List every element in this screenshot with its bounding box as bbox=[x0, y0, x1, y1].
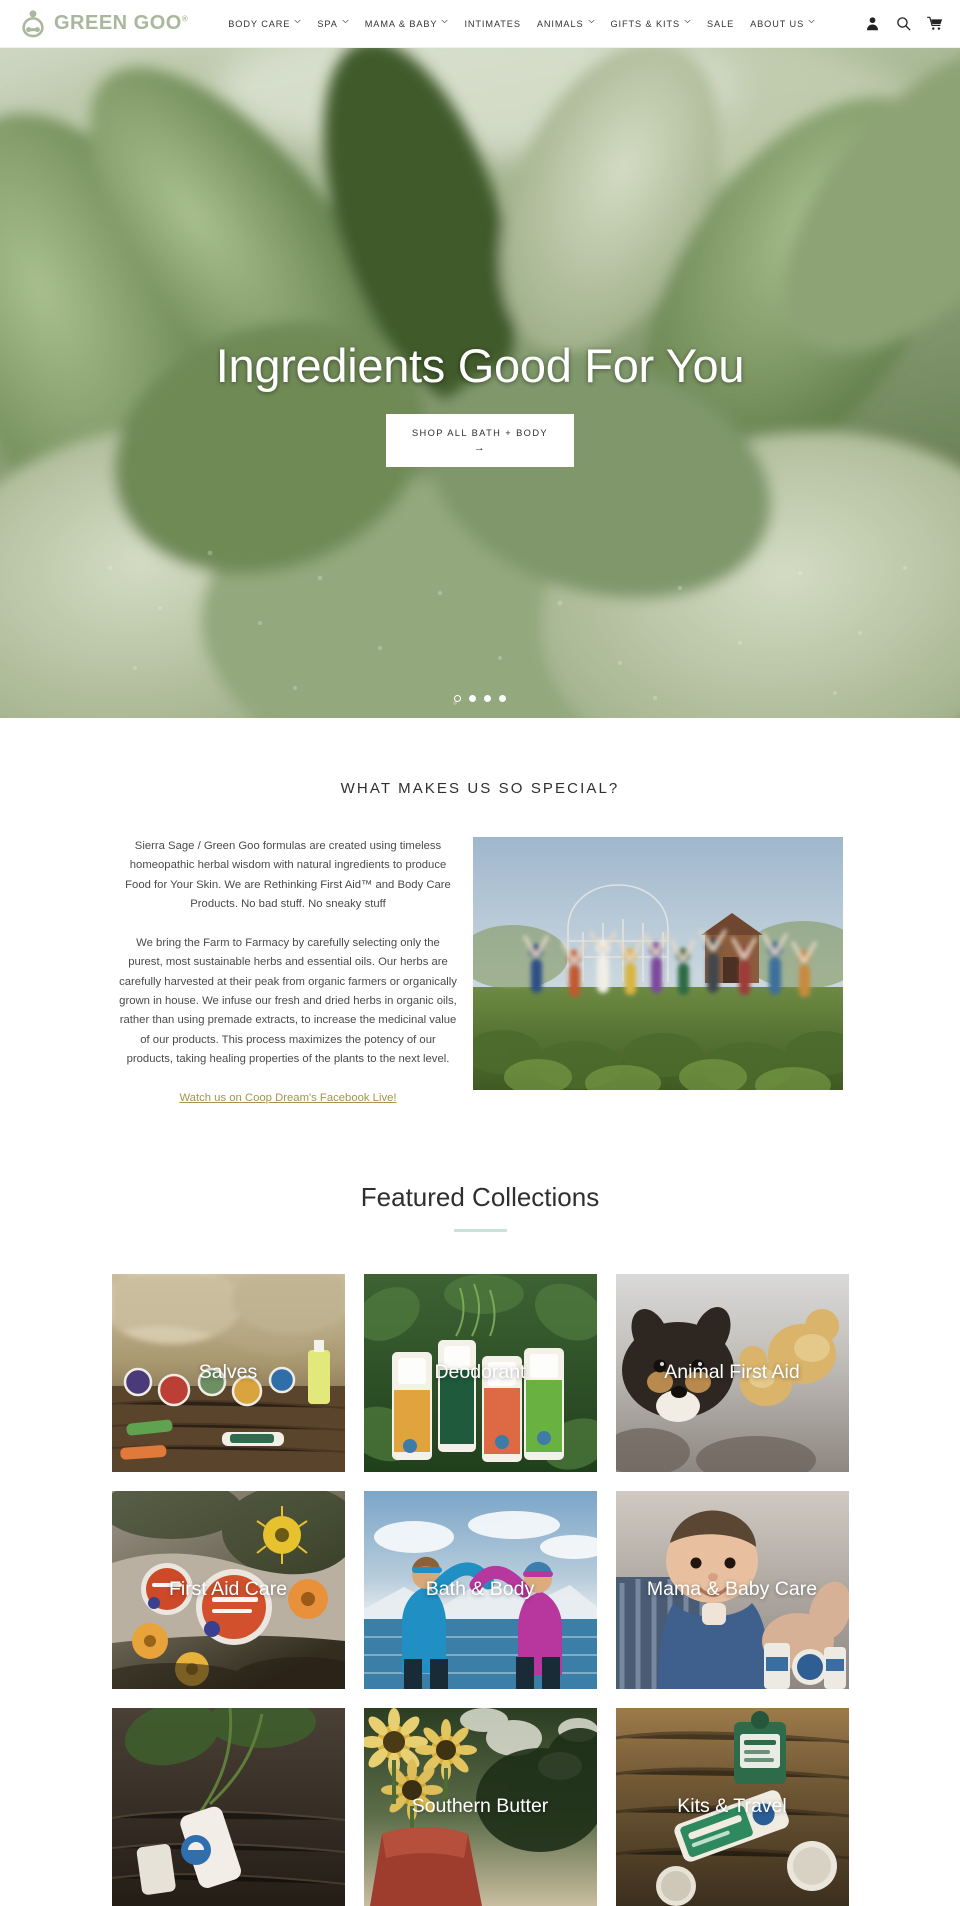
hero-title: Ingredients Good For You bbox=[215, 339, 745, 392]
collection-label: Kits & Travel bbox=[677, 1794, 787, 1817]
about-section-body: Sierra Sage / Green Goo formulas are cre… bbox=[0, 837, 960, 1104]
nav-item-gifts-and-kits[interactable]: GIFTS & KITS bbox=[603, 13, 700, 35]
nav-label: INTIMATES bbox=[464, 18, 521, 29]
about-section: WHAT MAKES US SO SPECIAL? Sierra Sage / … bbox=[0, 718, 960, 1104]
facebook-live-link[interactable]: Watch us on Coop Dream's Facebook Live! bbox=[118, 1092, 459, 1104]
collection-label: Bath & Body bbox=[425, 1577, 535, 1600]
green-goo-person-logo-icon bbox=[18, 9, 48, 39]
collection-card-bath-and-body[interactable]: Bath & Body bbox=[363, 1490, 597, 1689]
featured-collections-section: Featured Collections Salves Deodorant An… bbox=[0, 1104, 960, 1906]
nav-item-body-care[interactable]: BODY CARE bbox=[220, 13, 309, 35]
collection-card-southern-butter[interactable]: Southern Butter bbox=[363, 1707, 597, 1906]
search-icon[interactable] bbox=[896, 16, 911, 31]
collection-label: Salves bbox=[198, 1360, 258, 1383]
collection-card-kits-and-travel[interactable]: Kits & Travel bbox=[615, 1707, 849, 1906]
account-icon[interactable] bbox=[865, 16, 880, 31]
collection-card-deodorant[interactable]: Deodorant bbox=[363, 1273, 597, 1472]
nav-label: GIFTS & KITS bbox=[610, 18, 681, 29]
collection-image bbox=[111, 1707, 345, 1906]
carousel-dot-4[interactable] bbox=[499, 695, 506, 702]
chevron-down-icon bbox=[441, 19, 448, 26]
arrow-right-icon: → bbox=[473, 442, 487, 455]
collection-label: Southern Butter bbox=[411, 1794, 549, 1817]
featured-collections-title: Featured Collections bbox=[360, 1181, 600, 1212]
collection-label: Mama & Baby Care bbox=[646, 1577, 818, 1600]
collection-label: Animal First Aid bbox=[664, 1360, 800, 1383]
chevron-down-icon bbox=[587, 19, 595, 26]
carousel-dot-1[interactable] bbox=[454, 695, 461, 702]
primary-navigation: BODY CARE SPA MAMA & BABY INTIMATES ANIM… bbox=[220, 13, 865, 35]
nav-item-about-us[interactable]: ABOUT US bbox=[742, 13, 823, 35]
brand-registered-mark: ® bbox=[181, 14, 189, 24]
hero-cta-button[interactable]: SHOP ALL BATH + BODY → bbox=[385, 413, 575, 468]
cart-icon[interactable] bbox=[927, 16, 943, 31]
nav-label: SALE bbox=[707, 18, 735, 29]
carousel-dot-2[interactable] bbox=[469, 695, 476, 702]
collection-card-animal-first-aid[interactable]: Animal First Aid bbox=[615, 1273, 849, 1472]
brand-name: GREEN GOO® bbox=[54, 12, 189, 34]
header-icon-group bbox=[865, 16, 946, 31]
nav-item-mama-and-baby[interactable]: MAMA & BABY bbox=[357, 13, 457, 35]
collection-label: Deodorant bbox=[434, 1360, 526, 1383]
nav-item-spa[interactable]: SPA bbox=[309, 13, 356, 35]
about-text-column: Sierra Sage / Green Goo formulas are cre… bbox=[118, 837, 473, 1104]
chevron-down-icon bbox=[808, 19, 815, 26]
collection-card-salves[interactable]: Salves bbox=[111, 1273, 345, 1472]
collection-label: First Aid Care bbox=[168, 1577, 288, 1600]
brand-logo-link[interactable]: GREEN GOO® bbox=[18, 9, 188, 39]
nav-label: BODY CARE bbox=[228, 18, 291, 29]
carousel-dot-3[interactable] bbox=[484, 695, 491, 702]
collection-card-first-aid-care[interactable]: First Aid Care bbox=[111, 1490, 345, 1689]
collection-grid: Salves Deodorant Animal First Aid First … bbox=[0, 1232, 960, 1906]
nav-label: SPA bbox=[317, 18, 338, 29]
collection-card-mama-and-baby-care[interactable]: Mama & Baby Care bbox=[615, 1490, 849, 1689]
nav-item-sale[interactable]: SALE bbox=[699, 13, 742, 35]
hero-cta-label: SHOP ALL BATH + BODY bbox=[411, 427, 549, 438]
nav-label: MAMA & BABY bbox=[364, 18, 438, 29]
nav-item-intimates[interactable]: INTIMATES bbox=[456, 13, 528, 35]
about-paragraph-1: Sierra Sage / Green Goo formulas are cre… bbox=[125, 840, 451, 911]
collection-card-7[interactable] bbox=[111, 1707, 345, 1906]
chevron-down-icon bbox=[684, 19, 691, 26]
site-header: GREEN GOO® BODY CARE SPA MAMA & BABY INT… bbox=[0, 0, 960, 48]
hero-content: Ingredients Good For You SHOP ALL BATH +… bbox=[0, 339, 960, 468]
about-paragraph-2: We bring the Farm to Farmacy by carefull… bbox=[119, 936, 457, 1066]
chevron-down-icon bbox=[342, 19, 349, 26]
nav-label: ABOUT US bbox=[750, 18, 805, 29]
nav-label: ANIMALS bbox=[536, 18, 584, 29]
carousel-dots bbox=[0, 695, 960, 702]
about-team-photo bbox=[472, 837, 843, 1090]
about-section-title: WHAT MAKES US SO SPECIAL? bbox=[340, 780, 620, 797]
nav-item-animals[interactable]: ANIMALS bbox=[529, 13, 603, 35]
hero-carousel[interactable]: Ingredients Good For You SHOP ALL BATH +… bbox=[0, 48, 960, 718]
chevron-down-icon bbox=[294, 19, 301, 26]
